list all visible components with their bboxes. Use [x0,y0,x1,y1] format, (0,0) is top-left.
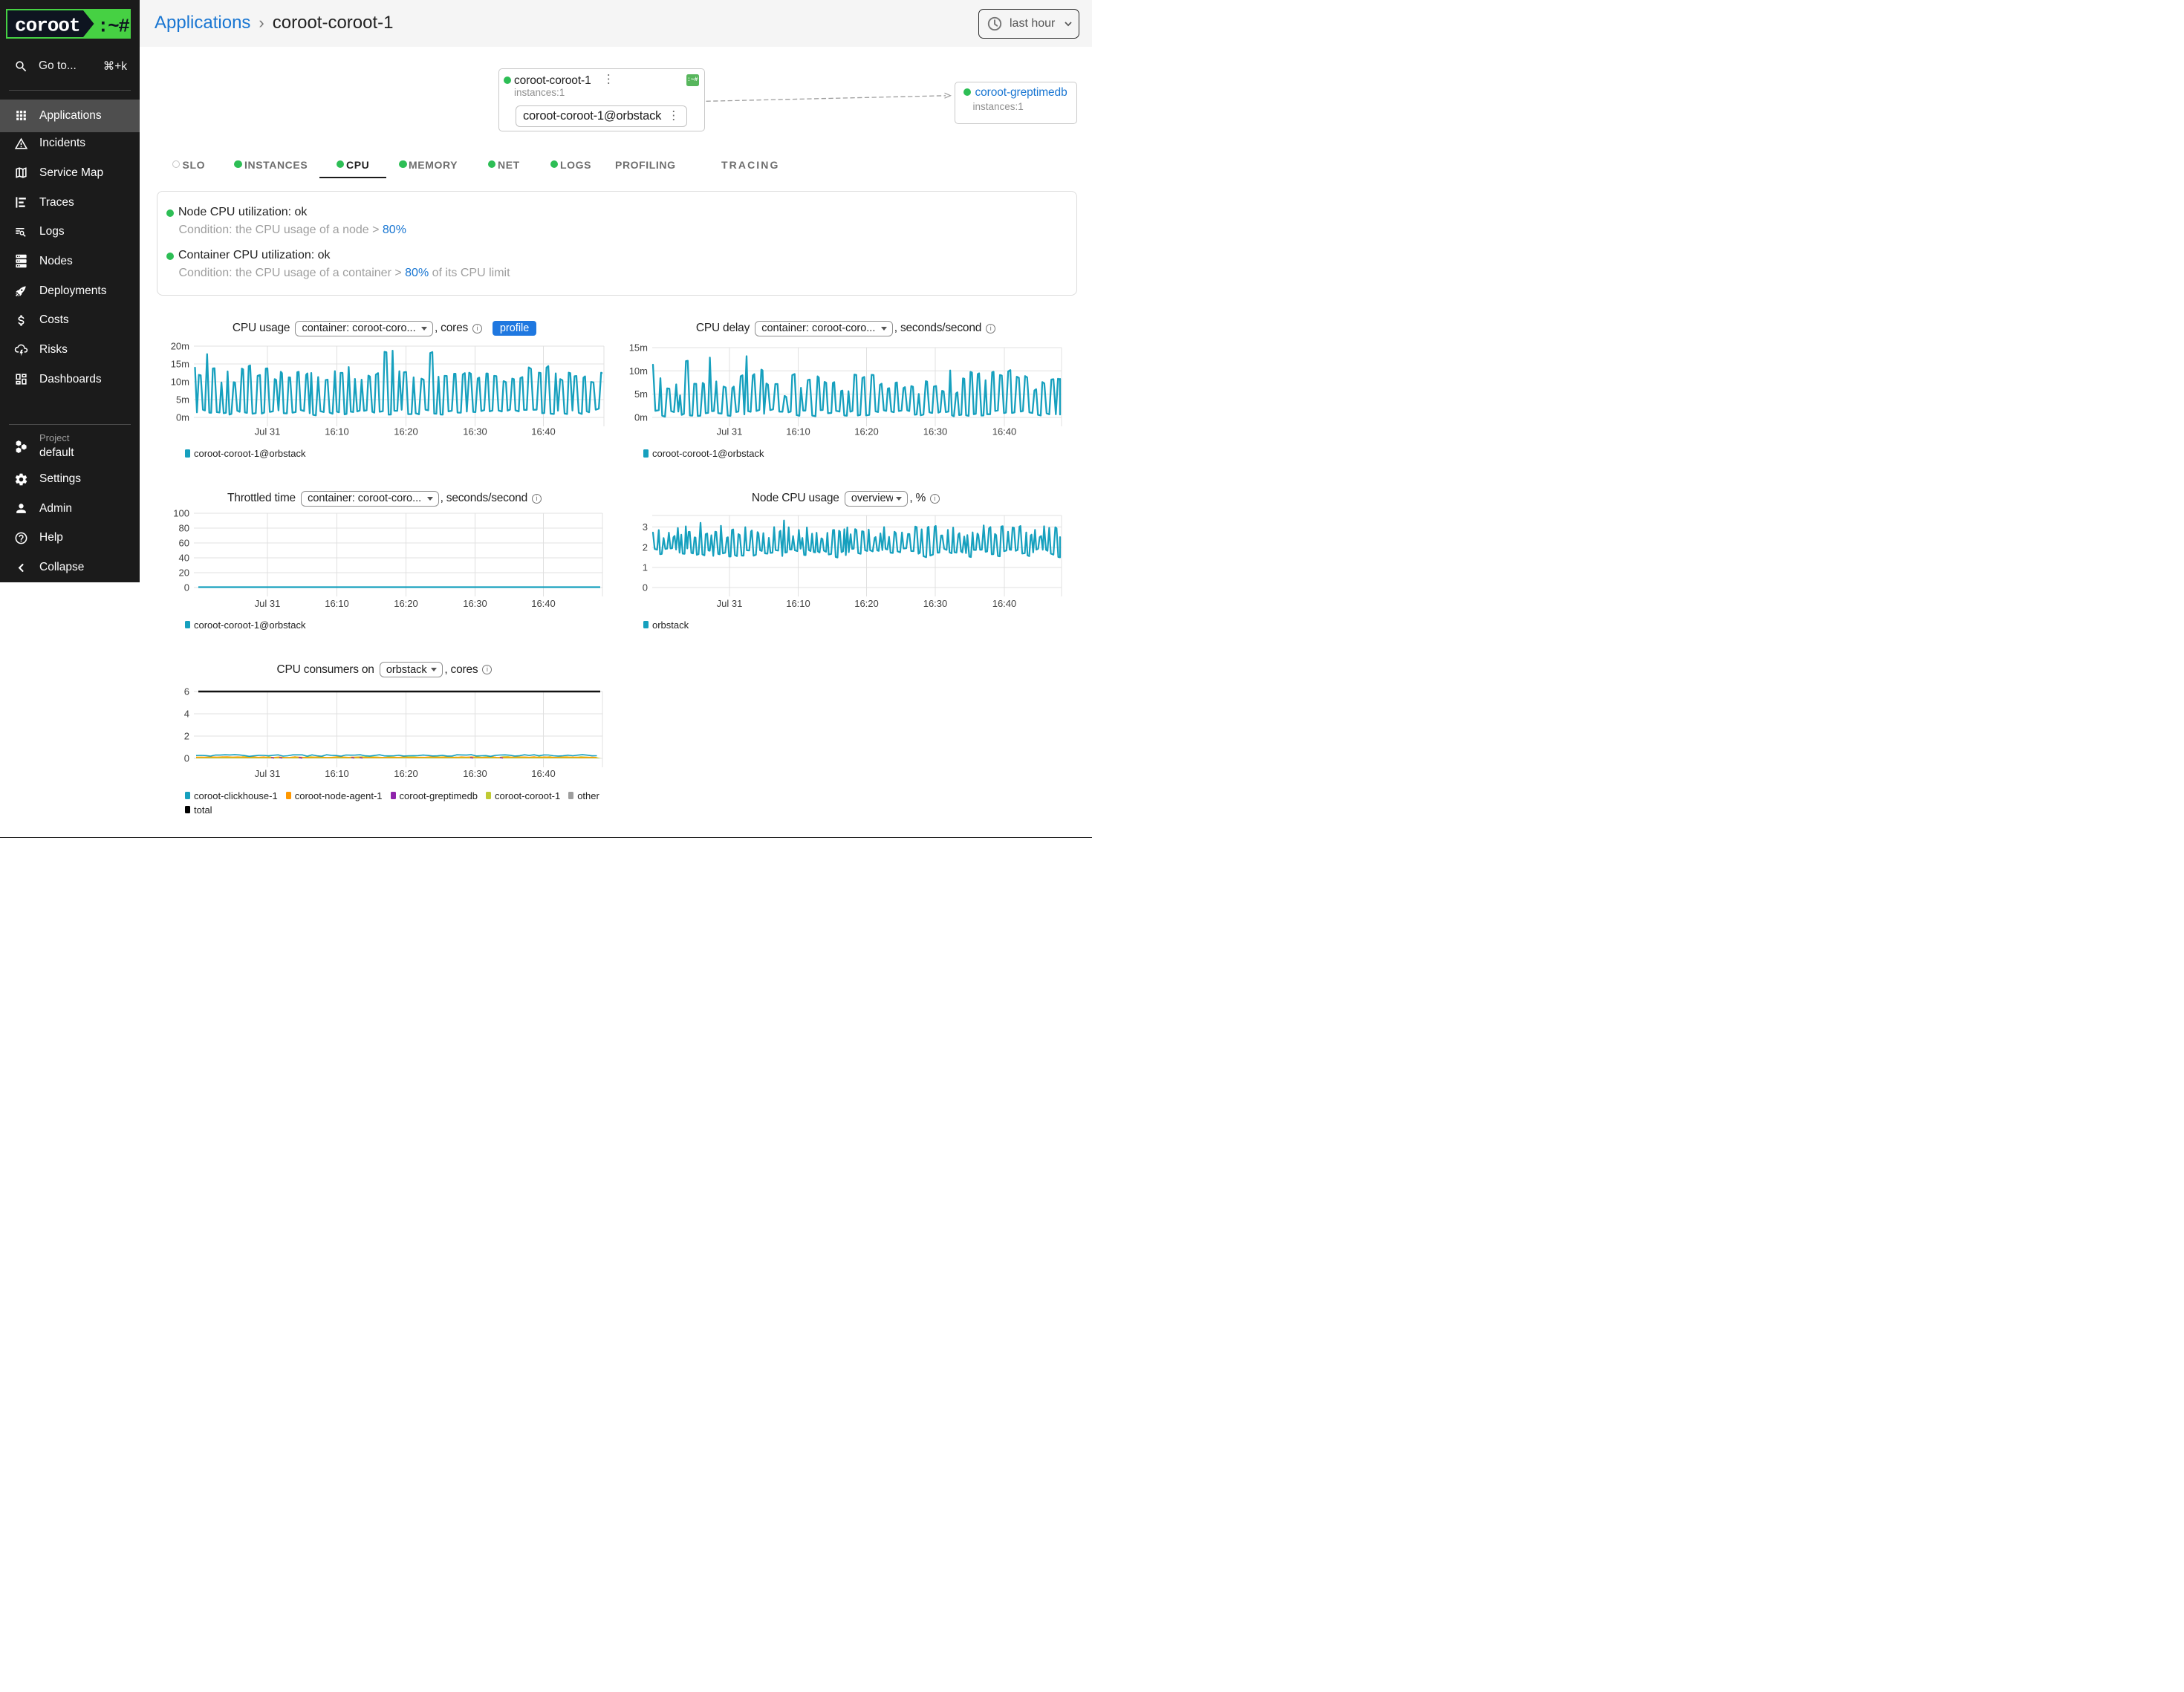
svg-text:16:30: 16:30 [463,426,487,437]
svg-text:16:20: 16:20 [394,598,418,609]
svg-text:16:10: 16:10 [325,768,349,779]
svg-text:16:30: 16:30 [923,598,948,609]
svg-text:16:20: 16:20 [854,598,879,609]
svg-text:16:40: 16:40 [531,426,556,437]
svg-text:16:10: 16:10 [325,598,349,609]
svg-text:Jul 31: Jul 31 [255,426,281,437]
svg-text:16:20: 16:20 [854,426,879,437]
svg-text:5m: 5m [176,394,189,406]
svg-text:16:30: 16:30 [463,598,487,609]
svg-text:100: 100 [173,508,189,519]
svg-text:15m: 15m [629,342,648,354]
svg-text:0m: 0m [176,412,189,423]
svg-text:16:40: 16:40 [531,768,556,779]
svg-text:16:40: 16:40 [992,426,1017,437]
svg-text:Jul 31: Jul 31 [717,598,743,609]
svg-text:20: 20 [179,567,189,579]
svg-text:16:10: 16:10 [786,598,810,609]
svg-text:16:30: 16:30 [463,768,487,779]
svg-text:0m: 0m [634,412,648,423]
svg-text:4: 4 [184,709,189,720]
svg-text:16:10: 16:10 [325,426,349,437]
svg-text:1: 1 [643,562,648,573]
svg-text:Jul 31: Jul 31 [255,598,281,609]
svg-text:16:40: 16:40 [992,598,1017,609]
svg-text:10m: 10m [171,377,189,388]
svg-text:16:20: 16:20 [394,768,418,779]
svg-text:2: 2 [184,731,189,742]
svg-text:80: 80 [179,523,189,534]
svg-text:40: 40 [179,553,189,564]
svg-text:0: 0 [184,582,189,593]
svg-text:0: 0 [643,582,648,593]
svg-text:3: 3 [643,521,648,533]
svg-text:10m: 10m [629,365,648,377]
svg-text:Jul 31: Jul 31 [717,426,743,437]
svg-text:5m: 5m [634,388,648,400]
svg-text:20m: 20m [171,341,189,352]
svg-text:16:10: 16:10 [786,426,810,437]
svg-text:60: 60 [179,538,189,549]
svg-text:2: 2 [643,542,648,553]
svg-text:16:30: 16:30 [923,426,948,437]
svg-text:6: 6 [184,686,189,697]
svg-text:16:40: 16:40 [531,598,556,609]
svg-text:0: 0 [184,753,189,764]
svg-text:Jul 31: Jul 31 [255,768,281,779]
svg-text:15m: 15m [171,359,189,370]
svg-text:16:20: 16:20 [394,426,418,437]
